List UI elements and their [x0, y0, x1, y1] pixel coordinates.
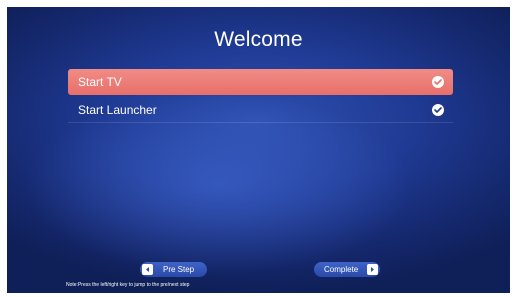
complete-button[interactable]: Complete	[314, 262, 380, 277]
tv-setup-screen: Welcome Start TV Start Launcher Pre Step…	[7, 7, 510, 293]
navigation-note: Note:Press the left/right key to jump to…	[66, 282, 190, 288]
option-start-tv[interactable]: Start TV	[68, 69, 453, 95]
arrow-right-icon	[367, 264, 378, 275]
option-label: Start TV	[78, 75, 122, 89]
arrow-left-icon	[142, 264, 153, 275]
option-start-launcher[interactable]: Start Launcher	[68, 97, 453, 123]
page-title: Welcome	[214, 28, 303, 51]
option-label: Start Launcher	[78, 103, 157, 117]
pre-step-button[interactable]: Pre Step	[140, 262, 207, 277]
pre-step-label: Pre Step	[163, 265, 195, 274]
check-circle-icon	[432, 104, 444, 116]
check-circle-icon	[432, 76, 444, 88]
complete-label: Complete	[324, 265, 359, 274]
